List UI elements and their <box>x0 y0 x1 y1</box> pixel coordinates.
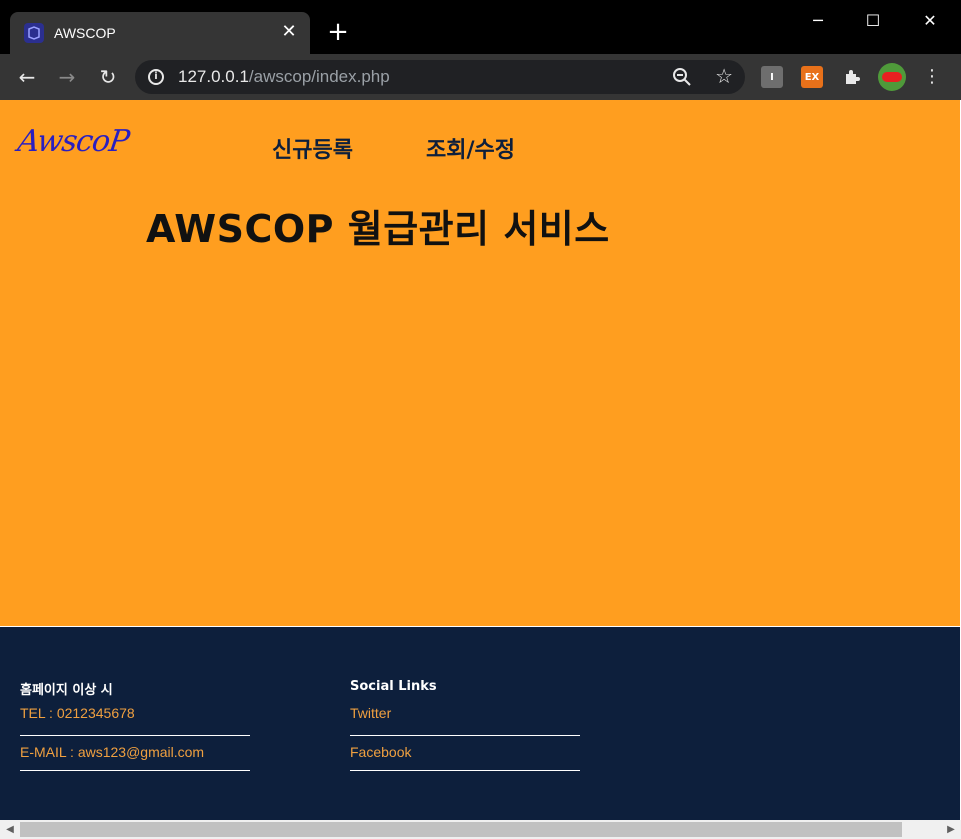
footer-facebook-link[interactable]: Facebook <box>350 736 580 771</box>
browser-menu-icon[interactable]: ⋮ <box>922 63 942 91</box>
url-host: 127.0.0.1 <box>178 67 249 86</box>
scroll-right-icon[interactable]: ▶ <box>943 822 959 837</box>
favicon-icon <box>24 23 44 43</box>
nav-search-edit-link[interactable]: 조회/수정 <box>426 132 515 164</box>
horizontal-scrollbar[interactable]: ◀ ▶ <box>0 820 961 839</box>
browser-toolbar: ← → ↻ i 127.0.0.1/awscop/index.php ☆ I E… <box>0 54 961 100</box>
footer-contact-heading: 홈페이지 이상 시 <box>20 683 113 698</box>
minimize-button[interactable]: ─ <box>795 6 841 34</box>
tab-close-icon[interactable]: ✕ <box>278 21 300 43</box>
page-title: AWSCOP 월급관리 서비스 <box>146 207 610 251</box>
close-window-button[interactable]: ✕ <box>907 6 953 34</box>
maximize-button[interactable]: ☐ <box>850 6 896 34</box>
site-logo[interactable]: AwscoP <box>16 124 131 159</box>
profile-avatar[interactable] <box>878 63 906 91</box>
scrollbar-thumb[interactable] <box>20 822 902 837</box>
extensions-puzzle-icon[interactable] <box>841 66 863 88</box>
address-bar[interactable]: i 127.0.0.1/awscop/index.php ☆ <box>135 60 745 94</box>
back-button[interactable]: ← <box>12 62 42 92</box>
tab-title: AWSCOP <box>54 25 116 41</box>
footer-email[interactable]: E-MAIL : aws123@gmail.com <box>20 736 250 771</box>
nav-register-link[interactable]: 신규등록 <box>272 132 353 164</box>
footer-tel[interactable]: TEL : 0212345678 <box>20 701 250 736</box>
browser-tab[interactable]: AWSCOP ✕ <box>10 12 310 54</box>
footer-social-heading: Social Links <box>350 679 437 694</box>
url-text[interactable]: 127.0.0.1/awscop/index.php <box>178 67 390 87</box>
web-page: AwscoP 신규등록 조회/수정 AWSCOP 월급관리 서비스 홈페이지 이… <box>0 100 961 820</box>
extension-ex-icon[interactable]: EX <box>801 66 823 88</box>
reload-button[interactable]: ↻ <box>93 62 123 92</box>
footer: 홈페이지 이상 시 TEL : 0212345678 E-MAIL : aws1… <box>0 627 960 820</box>
footer-twitter-link[interactable]: Twitter <box>350 701 580 736</box>
zoom-out-icon[interactable] <box>671 66 693 88</box>
new-tab-button[interactable]: + <box>324 18 352 46</box>
footer-social-column: Social Links Twitter Facebook <box>350 679 580 771</box>
footer-contact-column: 홈페이지 이상 시 TEL : 0212345678 E-MAIL : aws1… <box>20 679 250 771</box>
url-path: /awscop/index.php <box>248 67 390 86</box>
main-section: AwscoP 신규등록 조회/수정 AWSCOP 월급관리 서비스 <box>0 100 960 626</box>
forward-button[interactable]: → <box>52 62 82 92</box>
title-bar: AWSCOP ✕ + ─ ☐ ✕ <box>0 0 961 54</box>
site-info-icon[interactable]: i <box>148 69 164 85</box>
scroll-left-icon[interactable]: ◀ <box>2 822 18 837</box>
extension-icon[interactable]: I <box>761 66 783 88</box>
bookmark-star-icon[interactable]: ☆ <box>715 64 733 88</box>
